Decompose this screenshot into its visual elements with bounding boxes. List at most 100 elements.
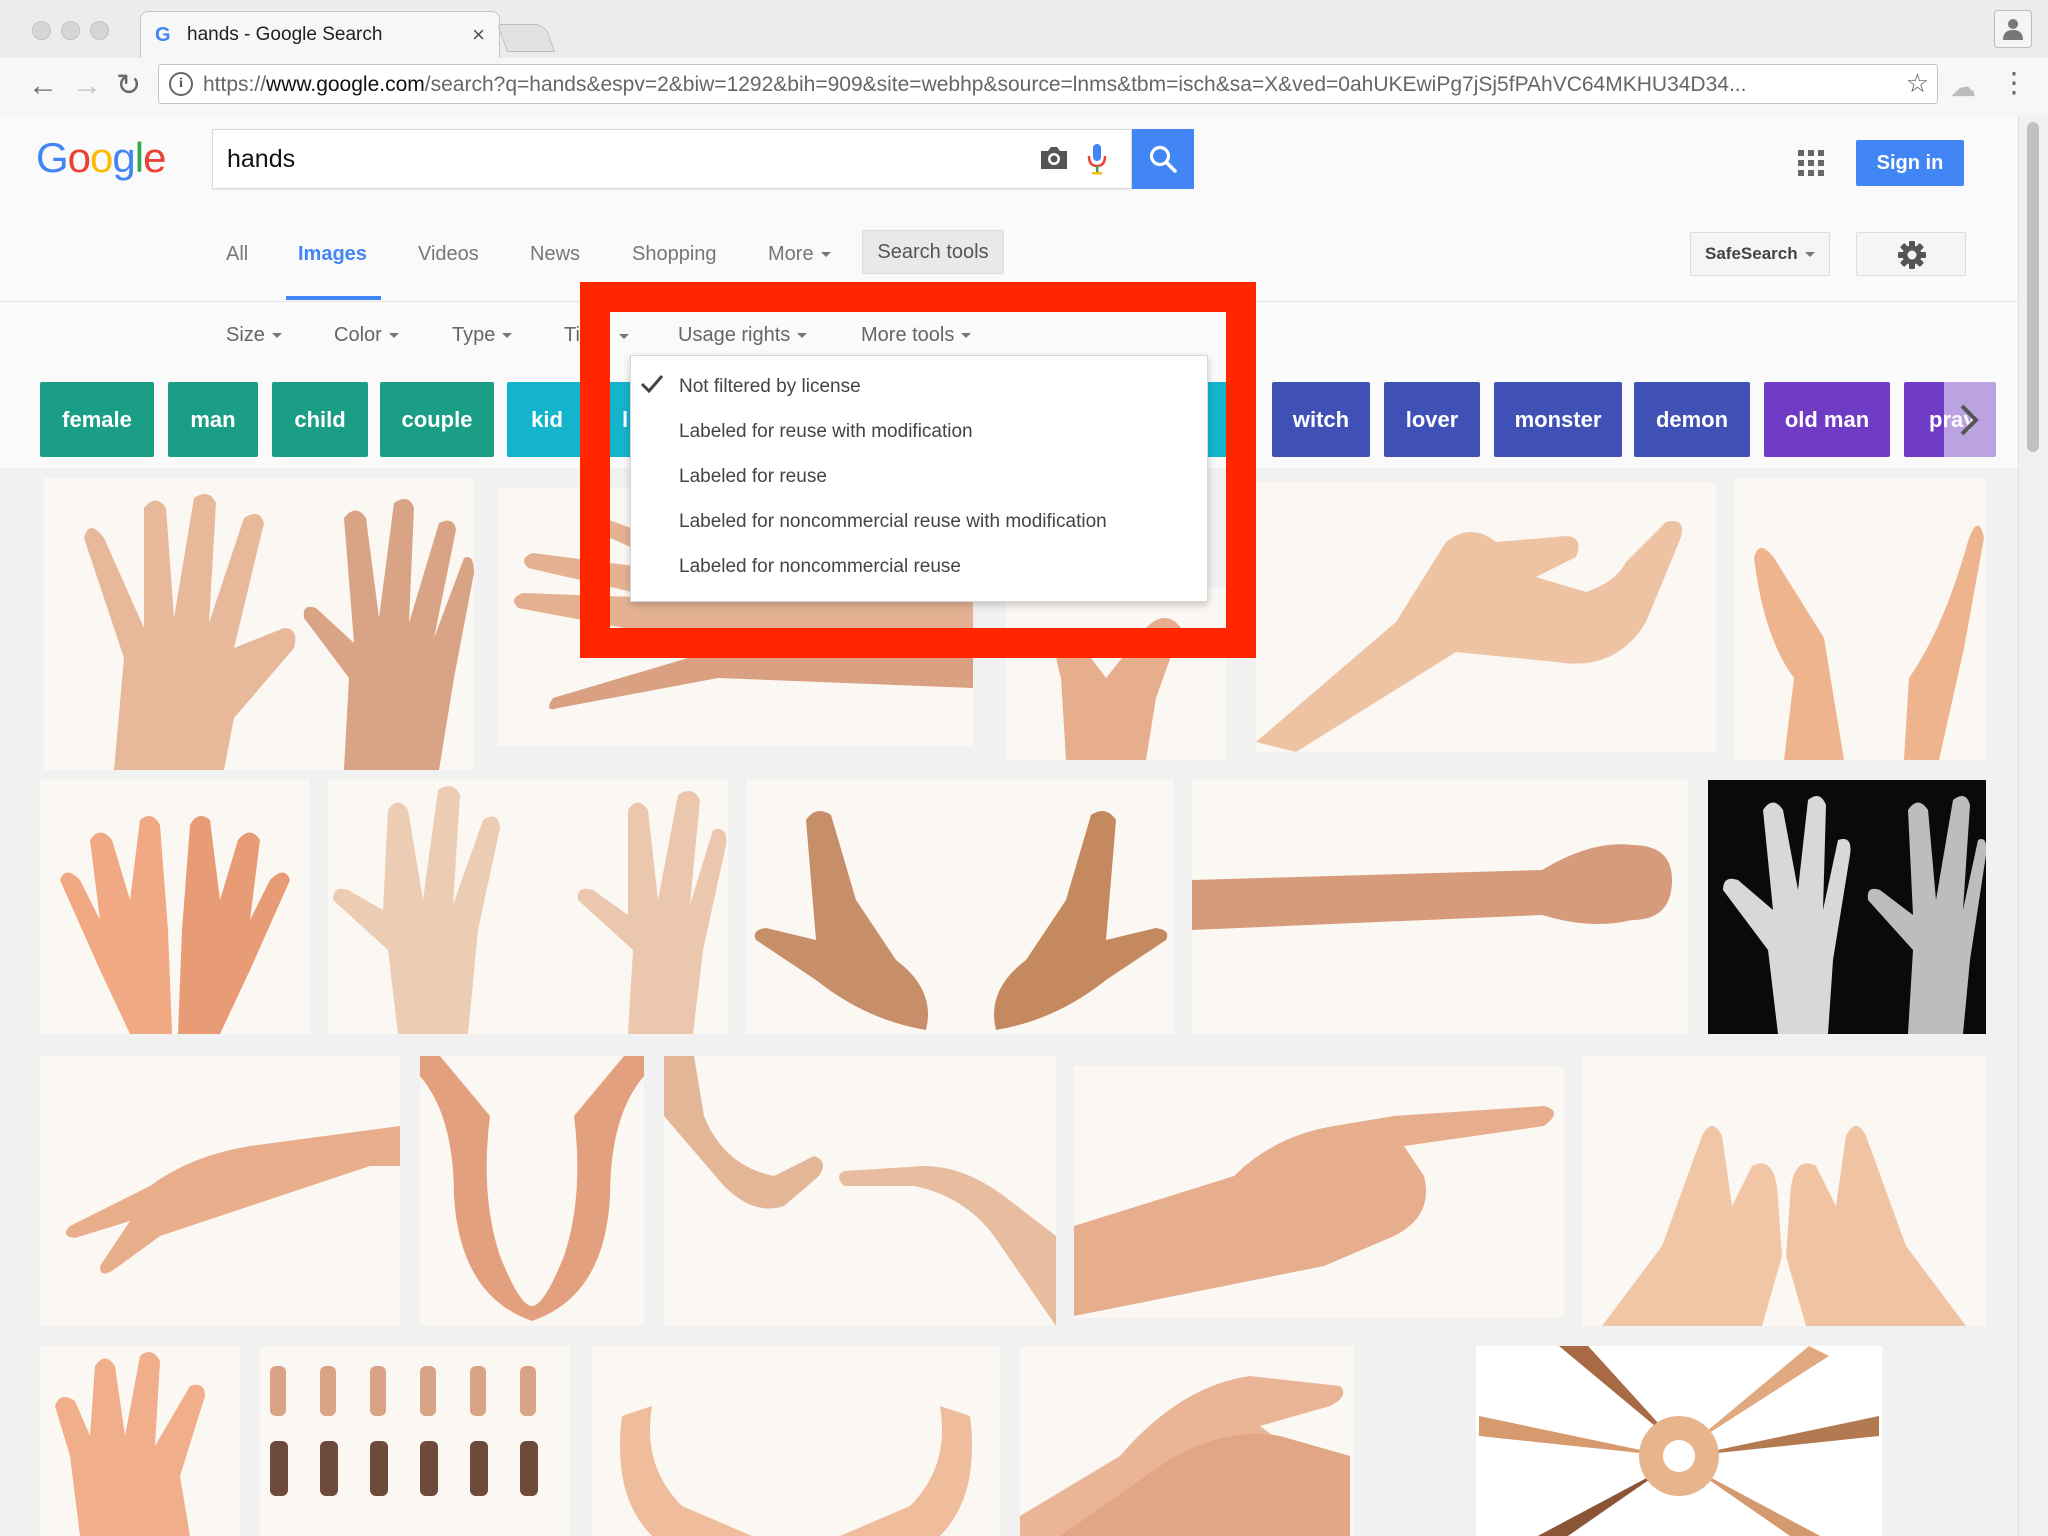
hand-image	[270, 1366, 538, 1496]
chevron-down-icon	[502, 333, 513, 339]
hand-image	[1192, 844, 1672, 930]
browser-menu-icon[interactable]: ⋮	[2000, 68, 2028, 98]
forward-arrow-icon[interactable]: →	[72, 66, 102, 106]
chips-scroll-button[interactable]	[1944, 382, 1996, 457]
image-result[interactable]	[260, 1346, 570, 1536]
hand-image	[1256, 521, 1682, 752]
size-filter-label: Size	[226, 324, 265, 346]
chip-child[interactable]: child	[272, 382, 368, 457]
tab-images[interactable]: Images	[298, 243, 367, 266]
image-result[interactable]	[1074, 1066, 1564, 1318]
chevron-down-icon	[271, 333, 282, 339]
reload-icon[interactable]: ↻	[116, 66, 141, 106]
chip-monster[interactable]: monster	[1494, 382, 1622, 457]
logo-letter: g	[112, 134, 135, 181]
image-result[interactable]	[746, 780, 1174, 1034]
time-filter-label: Ti	[564, 324, 580, 346]
image-result[interactable]	[1192, 780, 1688, 1034]
hand-image	[84, 494, 474, 770]
apps-grid-icon[interactable]	[1798, 150, 1824, 176]
logo-letter: o	[90, 134, 113, 181]
search-icon	[1149, 145, 1177, 173]
color-filter[interactable]: Color	[334, 324, 399, 347]
image-result[interactable]	[664, 1056, 1056, 1326]
image-result[interactable]	[420, 1056, 644, 1326]
safesearch-label: SafeSearch	[1705, 244, 1798, 263]
tab-videos[interactable]: Videos	[418, 243, 479, 266]
image-result[interactable]	[44, 478, 474, 770]
bookmark-star-icon[interactable]: ☆	[1906, 68, 1929, 99]
window-minimize-button[interactable]	[61, 21, 80, 40]
person-icon	[2003, 19, 2023, 40]
address-bar[interactable]: i https://www.google.com/search?q=hands&…	[158, 64, 1938, 104]
scrollbar-thumb[interactable]	[2027, 122, 2039, 452]
tab-more[interactable]: More	[768, 243, 831, 266]
hand-image	[1754, 525, 1984, 760]
settings-button[interactable]	[1856, 232, 1966, 276]
chip-witch[interactable]: witch	[1272, 382, 1370, 457]
type-filter[interactable]: Type	[452, 324, 513, 347]
cloud-extension-icon[interactable]: ☁	[1950, 72, 1976, 103]
hand-image	[60, 816, 290, 1034]
url-text: https://www.google.com/search?q=hands&es…	[203, 73, 1747, 96]
image-result[interactable]	[1708, 780, 1986, 1034]
image-result[interactable]	[592, 1346, 1000, 1536]
image-result[interactable]	[328, 780, 728, 1034]
microphone-icon[interactable]	[1086, 142, 1108, 176]
image-result[interactable]	[1476, 1346, 1882, 1536]
chip-couple[interactable]: couple	[380, 382, 494, 457]
site-info-icon[interactable]: i	[169, 72, 193, 96]
chip-man[interactable]: man	[168, 382, 258, 457]
sign-in-button[interactable]: Sign in	[1856, 140, 1964, 186]
hand-image	[664, 1056, 1056, 1326]
hand-image	[333, 786, 727, 1034]
browser-toolbar: ← → ↻ i https://www.google.com/search?q=…	[0, 58, 2048, 116]
camera-icon[interactable]	[1038, 144, 1070, 172]
chip-old-man[interactable]: old man	[1764, 382, 1890, 457]
image-result[interactable]	[1734, 478, 1986, 760]
tab-shopping[interactable]: Shopping	[632, 243, 717, 266]
tab-close-icon[interactable]: ×	[472, 22, 485, 48]
browser-tab[interactable]: G hands - Google Search ×	[140, 11, 500, 58]
chip-kid[interactable]: kid	[507, 382, 587, 457]
gear-icon	[1898, 241, 1926, 269]
back-arrow-icon[interactable]: ←	[28, 66, 58, 106]
image-result[interactable]	[40, 780, 310, 1034]
image-result[interactable]	[40, 1056, 400, 1326]
hand-image	[1020, 1376, 1350, 1536]
logo-letter: e	[143, 134, 166, 181]
safesearch-button[interactable]: SafeSearch	[1690, 232, 1830, 276]
tab-title: hands - Google Search	[187, 24, 383, 45]
image-result[interactable]	[1020, 1346, 1354, 1536]
image-result[interactable]	[40, 1346, 240, 1536]
tab-news[interactable]: News	[530, 243, 580, 266]
hand-image	[620, 1406, 972, 1536]
search-box[interactable]: hands	[212, 129, 1132, 189]
chevron-down-icon	[1804, 252, 1815, 258]
chip-female[interactable]: female	[40, 382, 154, 457]
image-result[interactable]	[1256, 482, 1716, 752]
search-button[interactable]	[1132, 129, 1194, 189]
chip-lover[interactable]: lover	[1384, 382, 1480, 457]
window-zoom-button[interactable]	[90, 21, 109, 40]
active-tab-indicator	[286, 296, 381, 300]
chevron-right-icon	[1960, 404, 1979, 436]
search-input[interactable]: hands	[227, 145, 295, 174]
window-close-button[interactable]	[32, 21, 51, 40]
time-filter[interactable]: Ti	[564, 324, 580, 347]
page-scrollbar[interactable]	[2018, 116, 2048, 1536]
chip-demon[interactable]: demon	[1634, 382, 1750, 457]
google-favicon-icon: G	[155, 24, 171, 46]
hand-image	[66, 1126, 400, 1274]
size-filter[interactable]: Size	[226, 324, 282, 347]
search-tools-button[interactable]: Search tools	[862, 230, 1004, 274]
browser-chrome: G hands - Google Search × ← → ↻ i https:…	[0, 0, 2048, 117]
tab-all[interactable]: All	[226, 243, 248, 266]
google-logo[interactable]: Google	[36, 134, 166, 182]
tab-more-label: More	[768, 243, 814, 265]
annotation-highlight-box	[580, 282, 1256, 658]
image-result[interactable]	[1582, 1056, 1986, 1326]
hand-image	[420, 1056, 644, 1321]
profile-button[interactable]	[1994, 10, 2032, 48]
new-tab-button[interactable]	[496, 24, 556, 52]
